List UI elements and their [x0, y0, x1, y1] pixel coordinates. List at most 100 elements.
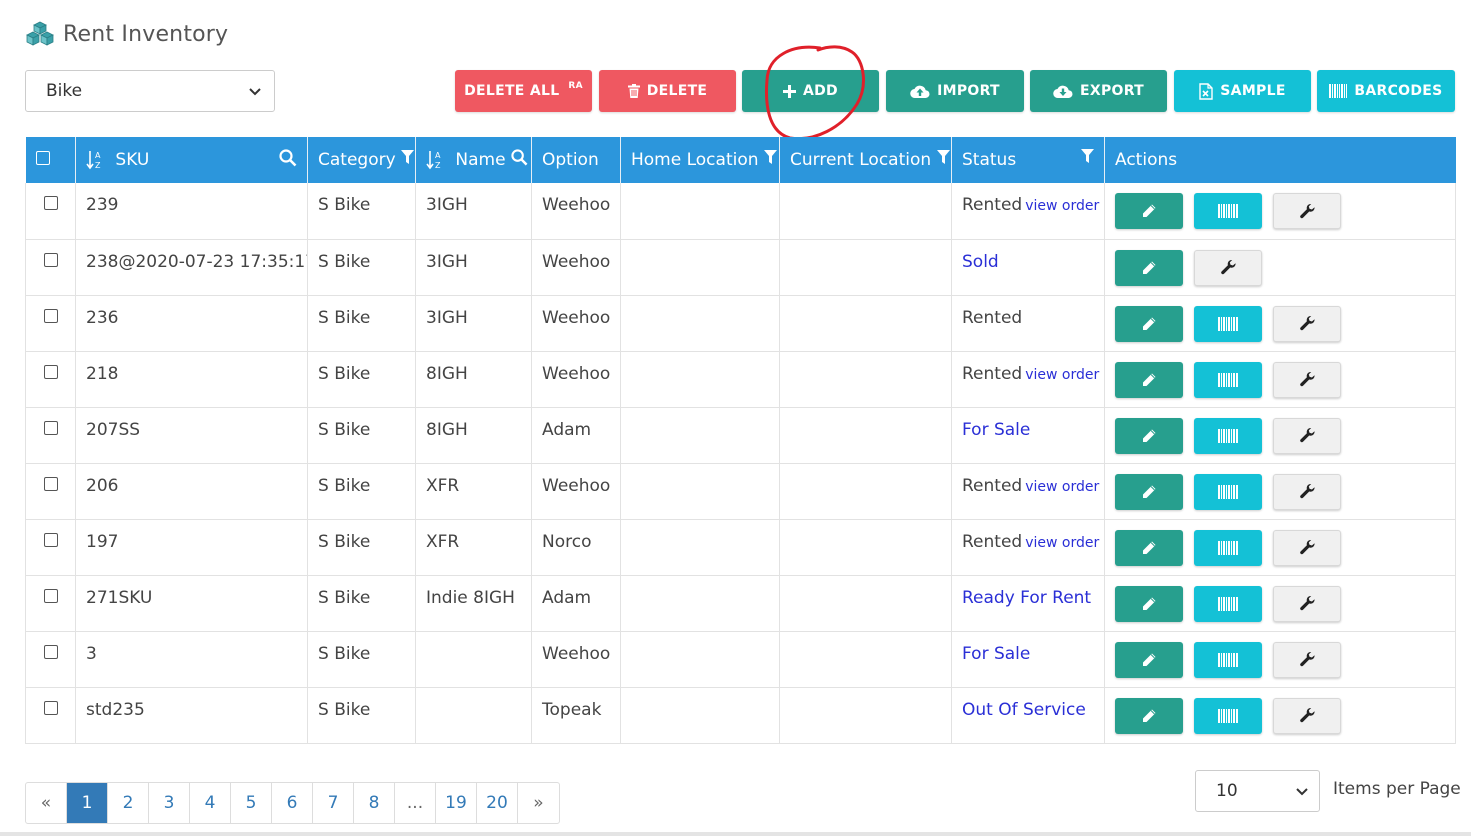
- column-name[interactable]: AZ Name: [415, 137, 532, 183]
- pagination-page[interactable]: 19: [436, 783, 477, 823]
- barcode-button[interactable]: [1194, 361, 1262, 398]
- cell-current-location: [779, 351, 952, 408]
- edit-button[interactable]: [1115, 305, 1183, 342]
- row-checkbox[interactable]: [43, 364, 58, 379]
- pagination-page[interactable]: 4: [190, 783, 231, 823]
- cell-name: [415, 687, 532, 744]
- row-checkbox[interactable]: [43, 252, 58, 267]
- search-icon[interactable]: [511, 148, 528, 166]
- cell-actions: [1104, 631, 1456, 688]
- cell-current-location: [779, 407, 952, 464]
- cell-status: Rented view order: [951, 351, 1105, 408]
- pagination-prev[interactable]: «: [26, 783, 67, 823]
- search-icon[interactable]: [279, 149, 297, 167]
- edit-button[interactable]: [1115, 697, 1183, 734]
- column-sku[interactable]: AZ SKU: [75, 137, 308, 183]
- column-status[interactable]: Status: [951, 137, 1105, 183]
- service-button[interactable]: [1273, 473, 1341, 510]
- cell-option: Weehoo: [531, 351, 621, 408]
- service-button[interactable]: [1194, 249, 1262, 286]
- filter-icon[interactable]: [936, 149, 950, 165]
- filter-icon[interactable]: [401, 149, 415, 165]
- edit-button[interactable]: [1115, 473, 1183, 510]
- pagination-page[interactable]: 6: [272, 783, 313, 823]
- barcode-button[interactable]: [1194, 697, 1262, 734]
- service-button[interactable]: [1273, 417, 1341, 454]
- pencil-icon: [1143, 485, 1156, 498]
- row-checkbox[interactable]: [43, 476, 58, 491]
- barcode-button[interactable]: [1194, 305, 1262, 342]
- sort-alpha-icon[interactable]: AZ: [426, 150, 444, 170]
- row-checkbox[interactable]: [43, 588, 58, 603]
- view-order-link[interactable]: view order: [1025, 535, 1099, 551]
- pagination-page[interactable]: 1: [67, 783, 108, 823]
- row-checkbox[interactable]: [43, 644, 58, 659]
- row-checkbox[interactable]: [43, 308, 58, 323]
- status-link[interactable]: Sold: [962, 252, 999, 272]
- cell-name: 3IGH: [415, 239, 532, 296]
- service-button[interactable]: [1273, 193, 1341, 229]
- row-checkbox[interactable]: [43, 196, 58, 210]
- edit-button[interactable]: [1115, 193, 1183, 229]
- row-actions: [1115, 473, 1445, 510]
- pagination-page[interactable]: 7: [313, 783, 354, 823]
- view-order-link[interactable]: view order: [1025, 367, 1099, 383]
- column-home-location[interactable]: Home Location: [620, 137, 780, 183]
- status-link[interactable]: Ready For Rent: [962, 588, 1091, 608]
- barcode-button[interactable]: [1194, 473, 1262, 510]
- barcode-button[interactable]: [1194, 193, 1262, 229]
- edit-button[interactable]: [1115, 529, 1183, 566]
- import-button[interactable]: IMPORT: [886, 70, 1024, 112]
- sample-button[interactable]: SAMPLE: [1174, 70, 1311, 112]
- export-button[interactable]: EXPORT: [1030, 70, 1167, 112]
- barcodes-button[interactable]: BARCODES: [1317, 70, 1455, 112]
- view-order-link[interactable]: view order: [1025, 198, 1099, 214]
- service-button[interactable]: [1273, 697, 1341, 734]
- delete-all-button[interactable]: DELETE ALL RA: [455, 70, 592, 112]
- status-link[interactable]: Out Of Service: [962, 700, 1086, 720]
- barcode-button[interactable]: [1194, 417, 1262, 454]
- column-category[interactable]: Category: [307, 137, 416, 183]
- add-button[interactable]: ADD: [742, 70, 879, 112]
- service-button[interactable]: [1273, 305, 1341, 342]
- edit-button[interactable]: [1115, 417, 1183, 454]
- filter-icon[interactable]: [763, 149, 777, 165]
- row-checkbox[interactable]: [43, 420, 58, 435]
- items-per-page-select[interactable]: 10: [1195, 770, 1320, 812]
- pagination-page[interactable]: 5: [231, 783, 272, 823]
- filter-icon[interactable]: [1081, 149, 1094, 164]
- edit-button[interactable]: [1115, 249, 1183, 286]
- view-order-link[interactable]: view order: [1025, 479, 1099, 495]
- category-select[interactable]: Bike: [25, 70, 275, 112]
- edit-button[interactable]: [1115, 585, 1183, 622]
- service-button[interactable]: [1273, 529, 1341, 566]
- service-button[interactable]: [1273, 585, 1341, 622]
- service-button[interactable]: [1273, 361, 1341, 398]
- barcode-button[interactable]: [1194, 585, 1262, 622]
- select-all-checkbox[interactable]: [35, 151, 50, 165]
- column-actions-label: Actions: [1115, 150, 1178, 170]
- pagination-page[interactable]: 20: [477, 783, 518, 823]
- pagination-page[interactable]: 2: [108, 783, 149, 823]
- delete-button[interactable]: DELETE: [599, 70, 736, 112]
- cell-category: S Bike: [307, 463, 416, 520]
- barcode-button[interactable]: [1194, 529, 1262, 566]
- status-link[interactable]: For Sale: [962, 644, 1030, 664]
- table-row: 197 S Bike XFR Norco Rented view order: [25, 519, 1456, 576]
- pagination-page[interactable]: 3: [149, 783, 190, 823]
- barcode-button[interactable]: [1194, 641, 1262, 678]
- status-link[interactable]: For Sale: [962, 420, 1030, 440]
- cell-sku: 206: [75, 463, 308, 520]
- edit-button[interactable]: [1115, 641, 1183, 678]
- cell-sku: std235: [75, 687, 308, 744]
- column-current-location[interactable]: Current Location: [779, 137, 952, 183]
- edit-button[interactable]: [1115, 361, 1183, 398]
- barcode-icon: [1218, 484, 1238, 499]
- pagination-next[interactable]: »: [518, 783, 559, 823]
- row-checkbox[interactable]: [43, 532, 58, 547]
- row-checkbox[interactable]: [43, 700, 58, 715]
- pagination-page[interactable]: 8: [354, 783, 395, 823]
- sort-alpha-icon[interactable]: AZ: [86, 150, 104, 170]
- service-button[interactable]: [1273, 641, 1341, 678]
- cell-actions: [1104, 295, 1456, 352]
